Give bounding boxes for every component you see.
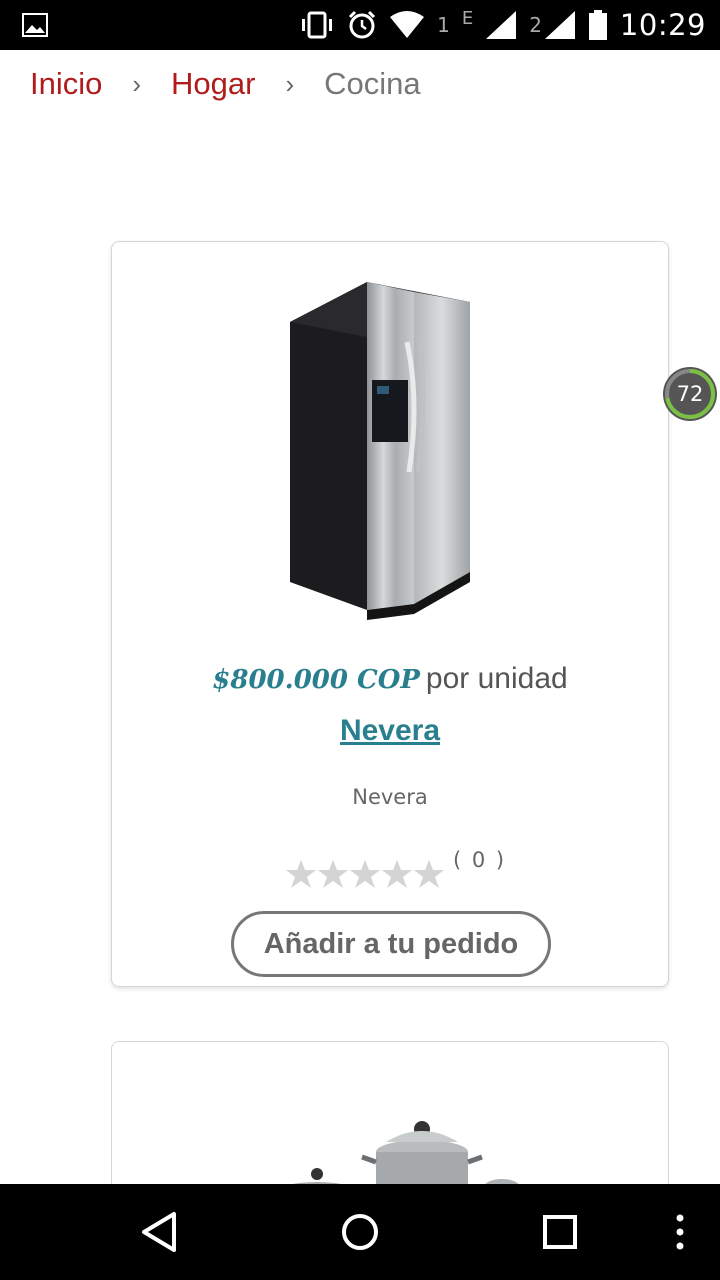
score-value: 72 bbox=[676, 382, 704, 406]
product-price: $800.000 COP bbox=[212, 665, 420, 695]
rating-stars bbox=[285, 858, 445, 890]
breadcrumb: Inicio › Hogar › Cocina bbox=[30, 62, 421, 106]
product-name-link[interactable]: Nevera bbox=[112, 714, 668, 748]
product-rating[interactable]: ( 0 ) bbox=[285, 848, 506, 890]
navigation-bar bbox=[0, 1184, 720, 1280]
price-line: $800.000 COP por unidad bbox=[112, 662, 668, 696]
battery-icon bbox=[588, 10, 607, 40]
clock: 10:29 bbox=[619, 8, 706, 42]
refrigerator-image[interactable] bbox=[252, 252, 532, 642]
image-notification-icon bbox=[22, 13, 48, 37]
recents-icon[interactable] bbox=[536, 1208, 584, 1256]
star-icon bbox=[318, 860, 348, 888]
review-count: ( 0 ) bbox=[453, 848, 507, 872]
vibrate-icon bbox=[302, 11, 333, 39]
breadcrumb-cocina: Cocina bbox=[324, 66, 421, 101]
signal-icon bbox=[486, 11, 517, 39]
back-icon[interactable] bbox=[136, 1208, 184, 1256]
add-to-order-button[interactable]: Añadir a tu pedido bbox=[231, 911, 551, 977]
star-icon bbox=[382, 860, 412, 888]
signal-icon bbox=[544, 11, 575, 39]
breadcrumb-hogar[interactable]: Hogar bbox=[171, 66, 255, 102]
breadcrumb-inicio[interactable]: Inicio bbox=[30, 66, 102, 102]
chevron-right-icon: › bbox=[132, 68, 142, 99]
star-icon bbox=[414, 860, 444, 888]
star-icon bbox=[286, 860, 316, 888]
chevron-right-icon: › bbox=[285, 68, 295, 99]
status-bar: 1 E 2 10:29 bbox=[0, 0, 720, 50]
star-icon bbox=[350, 860, 380, 888]
overflow-menu-icon[interactable] bbox=[656, 1208, 704, 1256]
product-card: $800.000 COP por unidad Nevera Nevera ( 0… bbox=[111, 241, 669, 987]
sim1-network-type: E bbox=[461, 7, 474, 29]
home-icon[interactable] bbox=[336, 1208, 384, 1256]
sim1-label: 1 bbox=[437, 13, 450, 37]
alarm-icon bbox=[349, 10, 376, 39]
price-unit: por unidad bbox=[425, 662, 568, 695]
wifi-icon bbox=[390, 11, 425, 38]
product-description: Nevera bbox=[352, 785, 428, 809]
score-badge[interactable]: 72 bbox=[662, 366, 718, 422]
sim2-label: 2 bbox=[529, 13, 542, 37]
